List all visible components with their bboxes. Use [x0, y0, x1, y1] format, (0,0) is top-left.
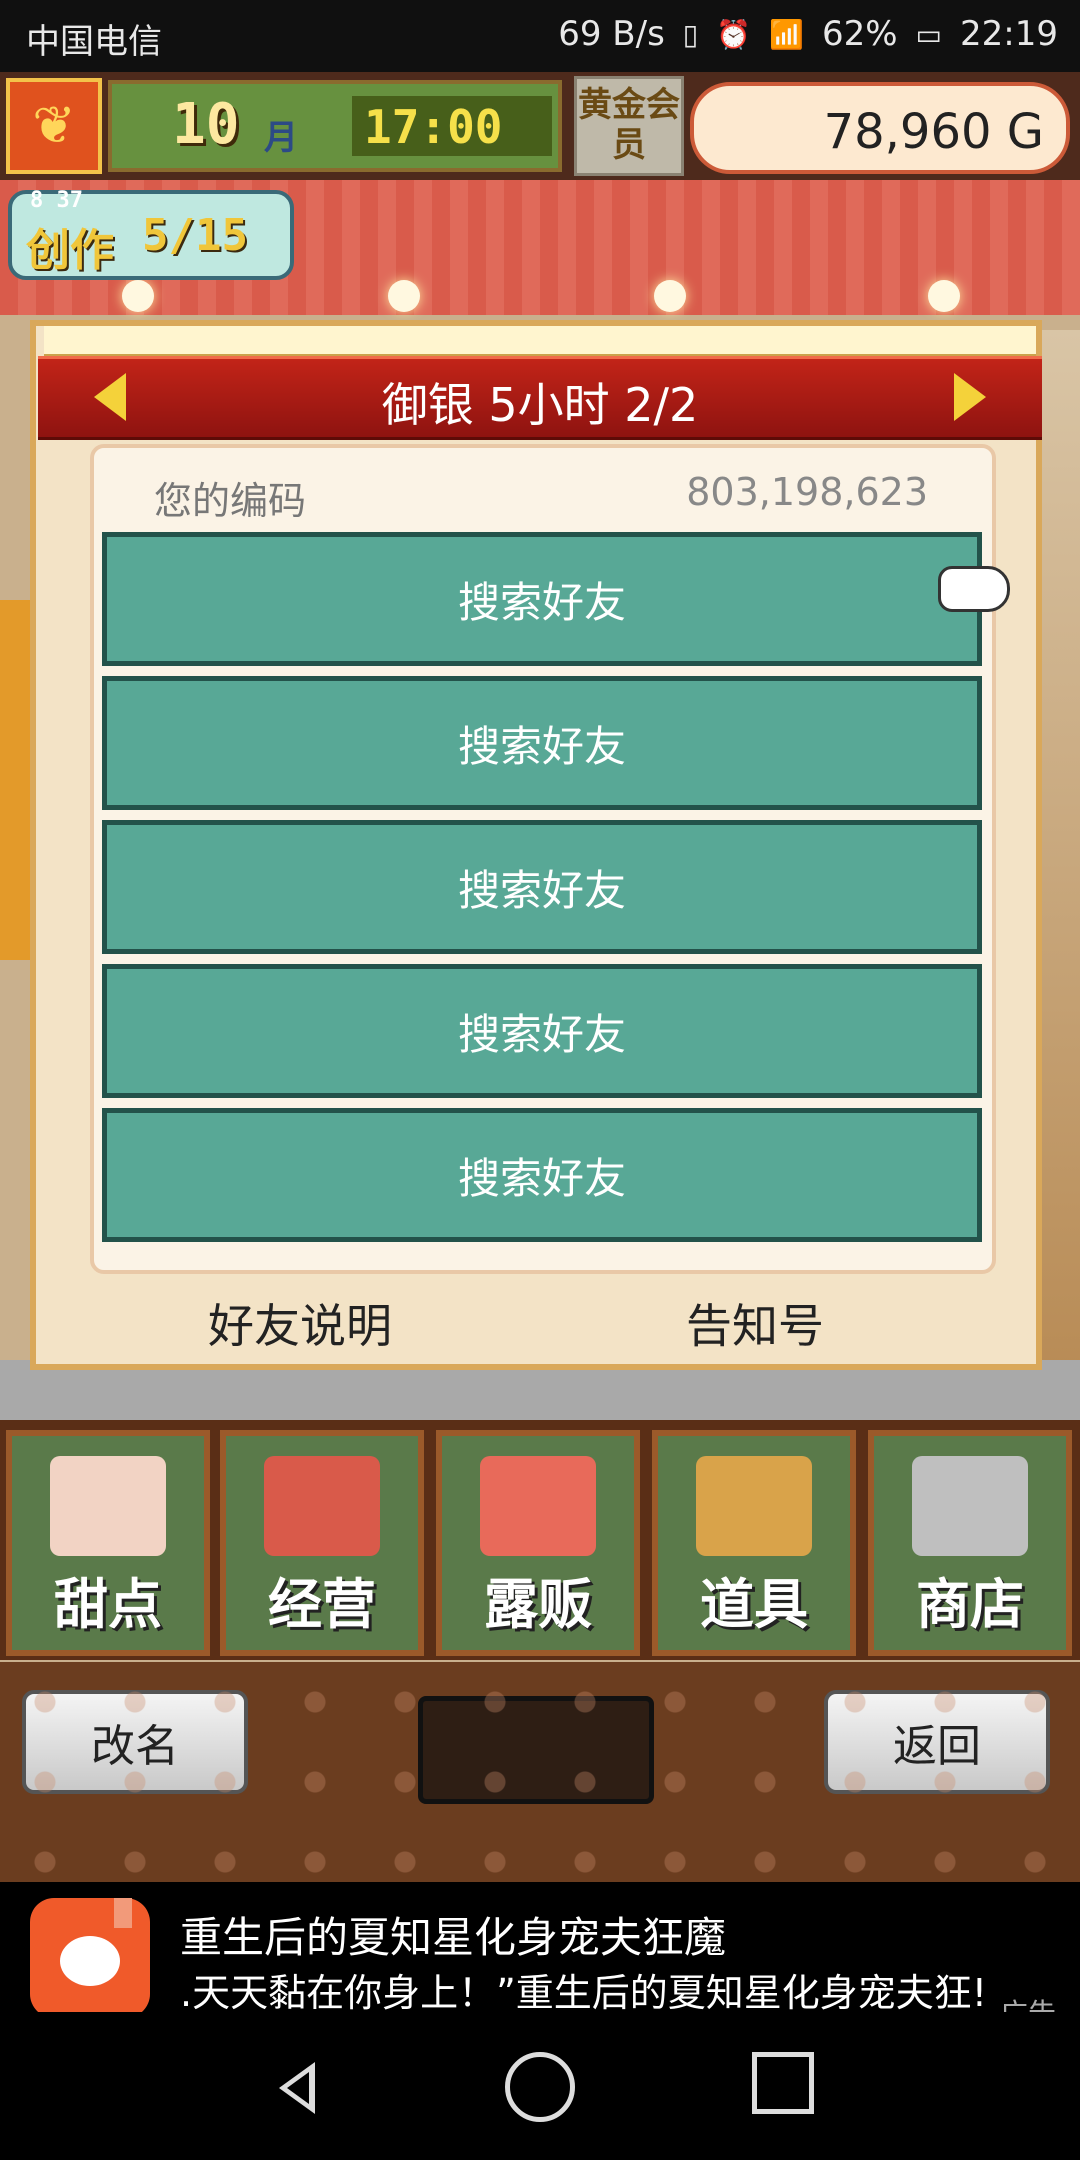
menu-manage-label: 经营 — [268, 1573, 376, 1636]
light-bulb — [388, 280, 420, 312]
maple-leaf-icon[interactable]: ❦ — [6, 78, 102, 174]
bookmark-icon — [114, 1898, 132, 1928]
search-friend-button-4[interactable]: 搜索好友 — [102, 964, 982, 1098]
menu-items[interactable]: 道具 — [652, 1430, 856, 1656]
menu-dessert-label: 甜点 — [54, 1573, 162, 1636]
ad-title[interactable]: 重生后的夏知星化身宠夫狂魔 — [180, 1904, 726, 1965]
battery-percent: 62% — [821, 14, 898, 54]
menu-stall-label: 露贩 — [484, 1573, 592, 1636]
dialog-title-bar: 御银 5小时 2/2 — [38, 356, 1042, 440]
search-friend-button-3[interactable]: 搜索好友 — [102, 820, 982, 954]
menu-stall[interactable]: 露贩 — [436, 1430, 640, 1656]
notify-number-link[interactable]: 告知号 — [686, 1290, 824, 1356]
menu-manage[interactable]: 经营 — [220, 1430, 424, 1656]
items-bag-icon — [696, 1456, 812, 1556]
status-right: 69 B/s ▯ ⏰ 📶 62% ▭ 22:19 — [558, 14, 1058, 54]
alarm-icon: ⏰ — [716, 17, 752, 51]
wifi-icon: 📶 — [769, 17, 804, 51]
menu-store[interactable]: 商店 — [868, 1430, 1072, 1656]
reading-app-icon[interactable] — [30, 1898, 150, 2018]
money-display: 78,960 G — [690, 82, 1070, 174]
bottom-pattern — [0, 1662, 1080, 1882]
menu-dessert[interactable]: 甜点 — [6, 1430, 210, 1656]
main-menu: 甜点 经营 露贩 道具 商店 — [0, 1420, 1080, 1660]
create-counter[interactable]: 8 37 创作 5/15 — [8, 188, 294, 280]
month-label: 月 — [264, 118, 298, 158]
dialog-top-rail — [44, 326, 1036, 358]
money-value: 78,960 G — [823, 104, 1044, 160]
light-bulb — [654, 280, 686, 312]
month-number: 10 — [172, 92, 240, 157]
date-panel: 10 月 17:00 — [108, 80, 562, 172]
network-speed: 69 B/s — [558, 14, 665, 54]
search-friend-button-5[interactable]: 搜索好友 — [102, 1108, 982, 1242]
food-truck-icon — [480, 1456, 596, 1556]
ad-banner[interactable]: 重生后的夏知星化身宠夫狂魔 .天天黏在你身上！”重生后的夏知星化身宠夫狂! 广告 — [0, 1882, 1080, 2030]
game-time: 17:00 — [364, 100, 503, 154]
nav-recent-icon[interactable] — [752, 2052, 814, 2114]
building-pillar — [1040, 330, 1080, 1380]
clock: 22:19 — [960, 14, 1058, 54]
shopping-cart-icon — [912, 1456, 1028, 1556]
menu-items-label: 道具 — [700, 1573, 808, 1636]
light-bulb — [122, 280, 154, 312]
friend-panel: 您的编码 803,198,623 搜索好友 搜索好友 搜索好友 搜索好友 搜索好… — [90, 444, 996, 1274]
cake-icon — [50, 1456, 166, 1556]
vibrate-icon: ▯ — [682, 17, 699, 51]
pointing-hand-icon — [938, 566, 1010, 612]
nav-back-icon[interactable] — [265, 2052, 335, 2122]
app-logo-shape — [60, 1936, 120, 1986]
arrow-right-icon[interactable] — [954, 373, 986, 421]
carrier-text: 中国电信 — [26, 22, 162, 62]
code-label: 您的编码 — [154, 479, 307, 523]
menu-store-label: 商店 — [916, 1573, 1024, 1636]
battery-icon: ▭ — [915, 17, 943, 51]
create-label: 创作 — [26, 225, 114, 276]
dialog-title: 御银 5小时 2/2 — [381, 378, 699, 432]
shop-icon — [264, 1456, 380, 1556]
system-nav-bar — [0, 2012, 1080, 2160]
search-friend-button-1[interactable]: 搜索好友 — [102, 532, 982, 666]
create-count: 5/15 — [142, 210, 248, 261]
gold-member-badge[interactable]: 黄金会员 — [574, 76, 684, 176]
nav-home-icon[interactable] — [505, 2052, 575, 2122]
game-screen: 中国电信 69 B/s ▯ ⏰ 📶 62% ▭ 22:19 ❦ 10 月 17:… — [0, 0, 1080, 2160]
create-sub-numbers: 8 37 — [30, 188, 83, 213]
friend-info-link[interactable]: 好友说明 — [208, 1290, 392, 1356]
search-friend-button-2[interactable]: 搜索好友 — [102, 676, 982, 810]
light-bulb — [928, 280, 960, 312]
ad-subtitle[interactable]: .天天黏在你身上！”重生后的夏知星化身宠夫狂! — [180, 1962, 1060, 2017]
code-value: 803,198,623 — [686, 470, 928, 514]
status-bar: 中国电信 69 B/s ▯ ⏰ 📶 62% ▭ 22:19 — [0, 0, 1080, 72]
